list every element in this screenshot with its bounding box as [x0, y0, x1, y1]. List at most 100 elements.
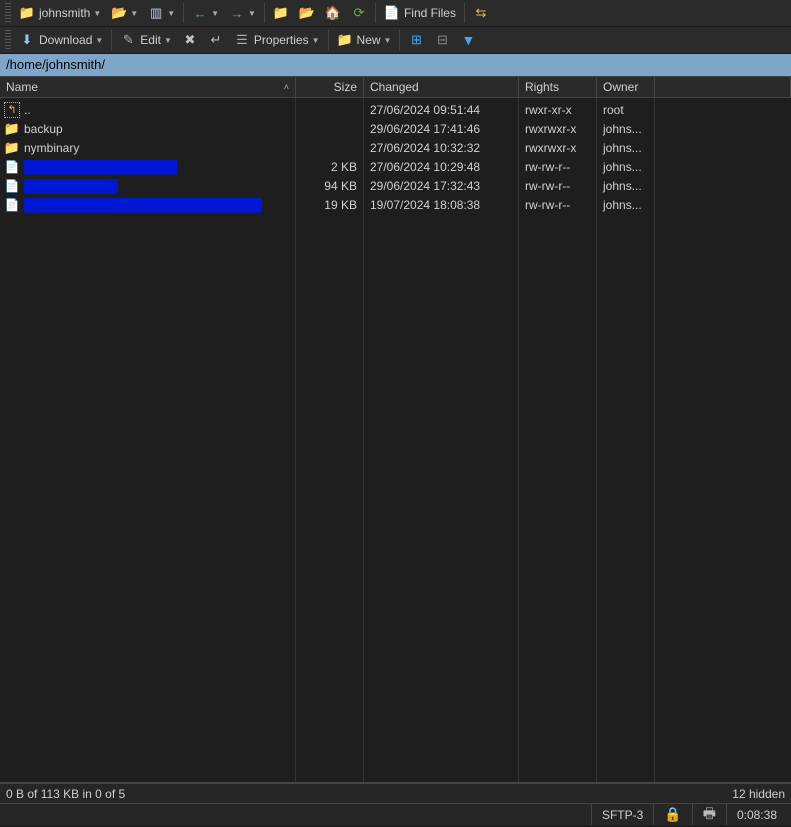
- file-icon: 📄: [384, 5, 400, 21]
- file-rights: rwxrwxr-x: [519, 119, 596, 138]
- column-header-changed[interactable]: Changed: [364, 77, 519, 97]
- file-size: [296, 138, 363, 157]
- file-icon: 📄: [4, 159, 20, 175]
- file-size: [296, 119, 363, 138]
- plus-icon: ⊞: [408, 32, 424, 48]
- encryption-cell[interactable]: 🔒: [653, 804, 691, 825]
- chevron-down-icon: ▼: [164, 36, 172, 45]
- properties-button[interactable]: ☰ Properties ▼: [229, 29, 325, 51]
- filter-button[interactable]: ▥ ▼: [143, 2, 180, 24]
- file-name: ..: [24, 103, 31, 117]
- edit-label: Edit: [140, 33, 161, 47]
- properties-label: Properties: [254, 33, 309, 47]
- file-row[interactable]: 📄████████████████████████████: [0, 195, 295, 214]
- rename-button[interactable]: ↵: [203, 29, 229, 51]
- toolbar-separator: [375, 3, 376, 23]
- current-path: /home/johnsmith/: [6, 57, 105, 72]
- root-folder-icon: 📂: [299, 5, 315, 21]
- file-changed: 27/06/2024 10:32:32: [364, 138, 518, 157]
- file-owner: johns...: [597, 138, 654, 157]
- delete-button[interactable]: ✖: [177, 29, 203, 51]
- folder-open-icon: 📂: [111, 5, 127, 21]
- sync-button[interactable]: ⇆: [468, 2, 494, 24]
- select-all-button[interactable]: ▼: [455, 29, 481, 51]
- triangle-down-icon: ▼: [460, 32, 476, 48]
- file-changed: 29/06/2024 17:32:43: [364, 176, 518, 195]
- refresh-button[interactable]: ⟳: [346, 2, 372, 24]
- chevron-down-icon: ▼: [95, 36, 103, 45]
- file-grid[interactable]: ↰..📁backup📁nymbinary📄██████████████████📄…: [0, 98, 791, 783]
- refresh-icon: ⟳: [351, 5, 367, 21]
- parent-dir-button[interactable]: 📁: [268, 2, 294, 24]
- lock-icon: 🔒: [664, 806, 681, 823]
- toolbar-separator: [264, 3, 265, 23]
- file-size: [296, 100, 363, 119]
- parent-folder-icon: 📁: [273, 5, 289, 21]
- file-rights: rw-rw-r--: [519, 176, 596, 195]
- toolbar-row-1: 📁 johnsmith ▼ 📂 ▼ ▥ ▼ ← ▼ → ▼ 📁 📂 🏠 ⟳ 📄 …: [0, 0, 791, 27]
- root-dir-button[interactable]: 📂: [294, 2, 320, 24]
- home-button[interactable]: 🏠: [320, 2, 346, 24]
- back-button[interactable]: ← ▼: [187, 2, 224, 24]
- toolbar-separator: [399, 30, 400, 50]
- column-header-size[interactable]: Size: [296, 77, 364, 97]
- sync-icon: ⇆: [473, 5, 489, 21]
- file-rights: rwxr-xr-x: [519, 100, 596, 119]
- new-button[interactable]: 📁 New ▼: [332, 29, 397, 51]
- new-folder-icon: 📁: [337, 32, 353, 48]
- download-icon: ⬇: [19, 32, 35, 48]
- file-icon: 📄: [4, 178, 20, 194]
- session-time: 0:08:38: [737, 808, 777, 822]
- find-files-button[interactable]: 📄 Find Files: [379, 2, 461, 24]
- file-name: backup: [24, 122, 63, 136]
- file-rights: rw-rw-r--: [519, 195, 596, 214]
- protocol-cell[interactable]: SFTP-3: [591, 804, 653, 825]
- x-icon: ✖: [182, 32, 198, 48]
- file-changed: 29/06/2024 17:41:46: [364, 119, 518, 138]
- arrow-left-icon: ←: [192, 5, 208, 21]
- file-name: ██████████████████: [24, 160, 177, 174]
- file-row[interactable]: 📁backup: [0, 119, 295, 138]
- find-files-label: Find Files: [404, 6, 456, 20]
- minus-icon: ⊟: [434, 32, 450, 48]
- file-owner: root: [597, 100, 654, 119]
- status-bar-selection: 0 B of 113 KB in 0 of 5 12 hidden: [0, 783, 791, 803]
- select-plus-button[interactable]: ⊞: [403, 29, 429, 51]
- file-row[interactable]: 📄 ██████████████████: [0, 157, 295, 176]
- protocol-label: SFTP-3: [602, 808, 643, 822]
- file-row[interactable]: 📄 ███████████: [0, 176, 295, 195]
- toolbar-grip[interactable]: [5, 30, 11, 50]
- file-changed: 19/07/2024 18:08:38: [364, 195, 518, 214]
- chevron-down-icon: ▼: [312, 36, 320, 45]
- download-button[interactable]: ⬇ Download ▼: [14, 29, 108, 51]
- session-label: johnsmith: [39, 6, 90, 20]
- file-size: 2 KB: [296, 157, 363, 176]
- arrow-right-icon: →: [229, 5, 245, 21]
- file-name: ███████████: [24, 179, 118, 193]
- chevron-down-icon: ▼: [167, 9, 175, 18]
- session-time-cell: 0:08:38: [726, 804, 787, 825]
- edit-button[interactable]: ✎ Edit ▼: [115, 29, 177, 51]
- open-local-button[interactable]: 📂 ▼: [106, 2, 143, 24]
- toolbar-separator: [183, 3, 184, 23]
- column-header-rights[interactable]: Rights: [519, 77, 597, 97]
- select-minus-button[interactable]: ⊟: [429, 29, 455, 51]
- column-header-name[interactable]: Name ˄: [0, 77, 296, 97]
- file-name: nymbinary: [24, 141, 79, 155]
- path-bar[interactable]: /home/johnsmith/: [0, 54, 791, 76]
- file-owner: johns...: [597, 119, 654, 138]
- forward-button[interactable]: → ▼: [224, 2, 261, 24]
- edit-icon: ✎: [120, 32, 136, 48]
- file-changed: 27/06/2024 09:51:44: [364, 100, 518, 119]
- sort-indicator-icon: ˄: [284, 82, 289, 92]
- column-header-owner[interactable]: Owner: [597, 77, 655, 97]
- file-row[interactable]: 📁nymbinary: [0, 138, 295, 157]
- file-row[interactable]: ↰..: [0, 100, 295, 119]
- column-header-spare: [655, 77, 791, 97]
- toolbar-grip[interactable]: [5, 3, 11, 23]
- file-owner: johns...: [597, 176, 654, 195]
- folder-icon: 📁: [19, 5, 35, 21]
- printer-cell[interactable]: 🖶: [692, 804, 726, 825]
- new-label: New: [357, 33, 381, 47]
- session-dropdown[interactable]: 📁 johnsmith ▼: [14, 2, 106, 24]
